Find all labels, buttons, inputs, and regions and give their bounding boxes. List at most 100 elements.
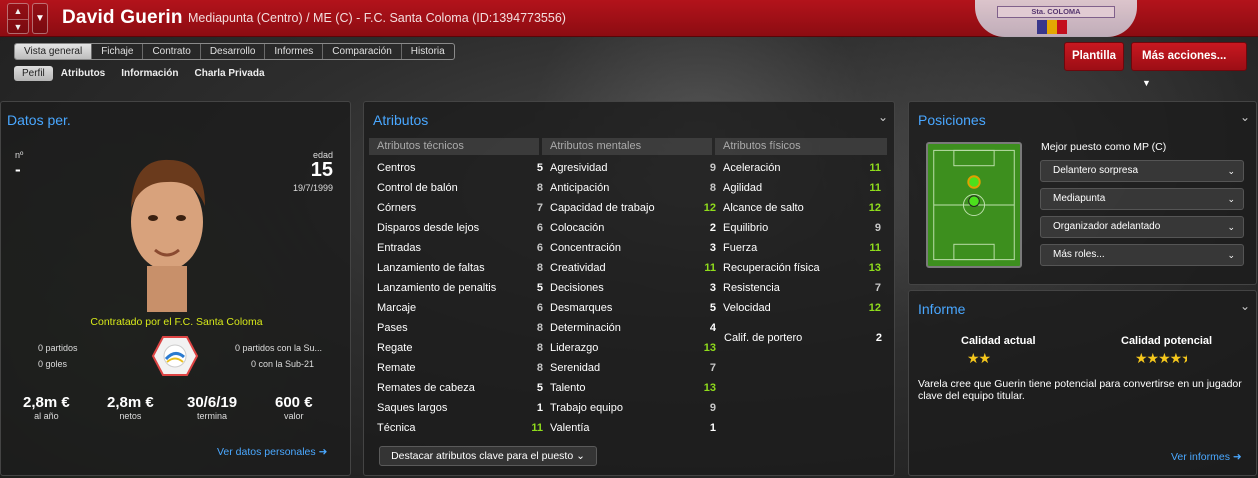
subtab-charla-privada[interactable]: Charla Privada [186,66,272,81]
chevron-down-icon[interactable]: ▼ [32,3,48,34]
attribute-name: Remates de cabeza [377,382,475,394]
attribute-name: Colocación [550,222,605,234]
player-face-icon [131,159,205,312]
plantilla-button[interactable]: Plantilla [1064,42,1124,71]
wage-label: al año [34,411,59,421]
down-arrow-icon[interactable]: ▼ [8,19,28,34]
attribute-value: 3 [709,282,716,294]
attribute-name: Córners [377,202,417,214]
goals: 0 goles [38,359,68,369]
attribute-value: 8 [536,182,543,194]
attribute-row: Saques largos 1 [377,398,543,418]
attribute-row: Colocación 2 [550,218,716,238]
up-arrow-icon[interactable]: ▲ [8,4,28,19]
role-select-delantero[interactable]: Delantero sorpresa ⌄ [1040,160,1244,182]
attribute-row: Desmarques 5 [550,298,716,318]
net-wage-block: 2,8m € netos [107,394,154,421]
attribute-row: Agilidad 11 [723,178,881,198]
attribute-value: 12 [703,202,716,214]
tab-historia[interactable]: Historia [402,44,454,59]
attribute-row: Córners 7 [377,198,543,218]
position-dot-me [968,195,980,207]
position-pitch [926,142,1022,268]
chevron-down-icon: ⌄ [1227,222,1235,232]
highlight-key-attributes-button[interactable]: Destacar atributos clave para el puesto … [379,446,597,466]
attribute-value: 11 [869,162,881,174]
tab-desarrollo[interactable]: Desarrollo [201,44,266,59]
attribute-row: Anticipación 8 [550,178,716,198]
attribute-value: 4 [709,322,716,334]
attribute-value: 7 [709,362,716,374]
title-bar: ▲ ▼ ▼ David Guerin Mediapunta (Centro) / … [0,0,1258,37]
contract-end-value: 30/6/19 [187,394,238,411]
role-label: Delantero sorpresa [1053,165,1139,176]
mas-acciones-button[interactable]: Más acciones... ▼ [1131,42,1247,88]
attribute-name: Capacidad de trabajo [550,202,655,214]
link-label: Ver informes [1171,451,1230,463]
attribute-row: Recuperación física 13 [723,258,881,278]
position-dot-mp [967,175,981,189]
attribute-value: 8 [536,362,543,374]
attribute-value: 9 [709,162,716,174]
attribute-name: Lanzamiento de penaltis [377,282,497,294]
attribute-value: 13 [703,342,716,354]
ver-datos-personales-link[interactable]: Ver datos personales ➜ [217,446,327,458]
attribute-name: Creatividad [550,262,606,274]
chevron-down-icon[interactable]: ⌄ [1240,110,1250,124]
attribute-row: Fuerza 11 [723,238,881,258]
role-select-organizador[interactable]: Organizador adelantado ⌄ [1040,216,1244,238]
attribute-value: 8 [536,262,543,274]
attribute-name: Remate [377,362,416,374]
ver-informes-link[interactable]: Ver informes ➜ [1171,451,1242,463]
role-select-mediapunta[interactable]: Mediapunta ⌄ [1040,188,1244,210]
subtab-atributos[interactable]: Atributos [53,66,113,81]
datos-panel: Datos per. nº - edad 15 19/7/1999 Contra… [0,101,351,476]
role-label: Más roles... [1053,249,1105,260]
number-label: nº [15,150,24,160]
tab-informes[interactable]: Informes [265,44,324,59]
attribute-value: 2 [709,222,716,234]
attribute-value: 8 [536,322,543,334]
international-caps: 0 partidos con la Su... [235,343,323,353]
attribute-name: Técnica [377,422,416,434]
attribute-name: Saques largos [377,402,448,414]
player-description: Mediapunta (Centro) / ME (C) - F.C. Sant… [188,11,566,25]
chevron-down-icon: ⌄ [1227,166,1235,176]
attribute-value: 5 [709,302,716,314]
tab-vista-general[interactable]: Vista general [15,44,93,59]
attribute-row: Lanzamiento de faltas 8 [377,258,543,278]
arrow-right-icon: ➜ [318,446,328,458]
wage-block: 2,8m € al año [23,394,70,421]
attribute-row: Resistencia 7 [723,278,881,298]
attribute-row: Lanzamiento de penaltis 5 [377,278,543,298]
attribute-row: Talento 13 [550,378,716,398]
role-select-mas-roles[interactable]: Más roles... ⌄ [1040,244,1244,266]
attribute-row: Decisiones 3 [550,278,716,298]
chevron-down-icon[interactable]: ⌄ [878,110,888,124]
potential-ability-stars: ★★★★★ [1135,350,1187,367]
chevron-down-icon: ⌄ [576,450,585,462]
attribute-value: 12 [868,302,881,314]
tab-contrato[interactable]: Contrato [143,44,201,59]
subtab-informacion[interactable]: Información [113,66,186,81]
chevron-down-icon[interactable]: ⌄ [1240,299,1250,313]
chevron-down-icon: ▼ [1142,78,1151,88]
tab-comparacion[interactable]: Comparación [323,44,402,59]
club-crest: Sta. COLOMA [975,0,1137,37]
attribute-name: Control de balón [377,182,458,194]
attribute-value: 6 [536,302,543,314]
tab-fichaje[interactable]: Fichaje [92,44,144,59]
attribute-value: 12 [868,202,881,214]
atributos-panel: Atributos ⌄ Atributos técnicos Atributos… [363,101,895,476]
link-label: Ver datos personales [217,446,316,458]
attribute-name: Fuerza [723,242,758,254]
attribute-name: Disparos desde lejos [377,222,480,234]
attribute-row: Entradas 6 [377,238,543,258]
header-fisicos: Atributos físicos [715,138,887,155]
attribute-name: Decisiones [550,282,604,294]
chevron-down-icon: ⌄ [1227,250,1235,260]
posiciones-panel: Posiciones ⌄ Mejor puesto como MP (C) De… [908,101,1257,285]
attribute-name: Aceleración [723,162,781,174]
subtab-perfil[interactable]: Perfil [14,66,53,81]
player-nav-buttons[interactable]: ▲ ▼ [7,3,29,34]
